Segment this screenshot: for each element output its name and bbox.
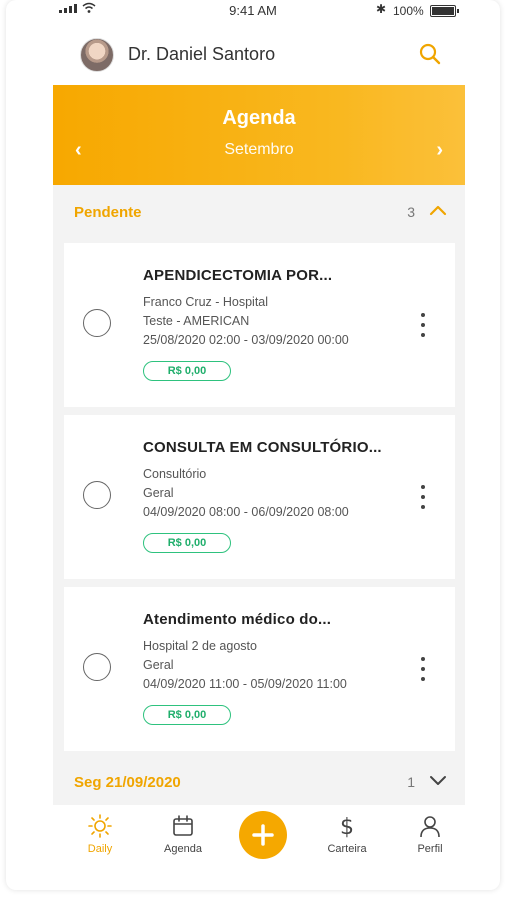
appointment-location: Hospital 2 de agosto (143, 639, 257, 653)
price-badge: R$ 0,00 (143, 533, 231, 553)
agenda-month: Setembro (224, 141, 294, 158)
appointment-card[interactable]: Atendimento médico do... Hospital 2 de a… (64, 587, 455, 751)
appointment-category: Teste - AMERICAN (143, 314, 250, 328)
appointment-category: Geral (143, 658, 174, 672)
plus-icon (252, 824, 274, 846)
add-appointment-button[interactable] (239, 811, 287, 859)
price-badge: R$ 0,00 (143, 705, 231, 725)
appointment-location: Consultório (143, 467, 207, 481)
section-title: Pendente (74, 204, 142, 221)
nav-perfil[interactable]: Perfil (395, 813, 465, 855)
doctor-name: Dr. Daniel Santoro (128, 44, 276, 64)
search-icon[interactable] (418, 42, 442, 66)
battery-icon (430, 5, 459, 17)
appointment-card[interactable]: APENDICECTOMIA POR... Franco Cruz - Hosp… (64, 243, 455, 407)
select-radio[interactable] (83, 481, 111, 509)
person-icon (420, 816, 440, 838)
more-options-icon[interactable] (419, 313, 427, 337)
appointment-datetime: 04/09/2020 11:00 - 05/09/2020 11:00 (143, 677, 347, 691)
appointment-datetime: 04/09/2020 08:00 - 06/09/2020 08:00 (143, 505, 349, 519)
price-badge: R$ 0,00 (143, 361, 231, 381)
nav-agenda[interactable]: Agenda (148, 813, 218, 855)
agenda-banner: Agenda ‹ Setembro › (53, 85, 465, 185)
section-title: Seg 21/09/2020 (74, 774, 181, 791)
status-bar: 9:41 AM ✱ 100% (6, 0, 500, 22)
appointment-title: APENDICECTOMIA POR... (143, 267, 333, 284)
next-month-button[interactable]: › (436, 139, 443, 162)
nav-agenda-label: Agenda (164, 843, 202, 855)
appointment-title: Atendimento médico do... (143, 611, 332, 628)
nav-daily-label: Daily (87, 843, 113, 855)
nav-perfil-label: Perfil (417, 843, 443, 855)
section-count: 1 (407, 774, 415, 790)
calendar-icon (173, 815, 193, 836)
chevron-up-icon[interactable] (429, 203, 447, 217)
select-radio[interactable] (83, 309, 111, 337)
app-header: Dr. Daniel Santoro (6, 30, 500, 80)
more-options-icon[interactable] (419, 657, 427, 681)
section-header-pendente[interactable]: Pendente 3 (53, 185, 465, 235)
svg-text:$: $ (340, 815, 354, 839)
appointment-card[interactable]: CONSULTA EM CONSULTÓRIO... Consultório G… (64, 415, 455, 579)
nav-daily[interactable]: Daily (65, 813, 135, 855)
dollar-icon: $ (340, 815, 354, 839)
agenda-title: Agenda (222, 107, 296, 129)
status-time: 9:41 AM (229, 3, 277, 18)
section-count: 3 (407, 204, 415, 220)
bottom-nav: Daily Agenda $ Carteira Perfil (53, 805, 465, 871)
appointment-datetime: 25/08/2020 02:00 - 03/09/2020 00:00 (143, 333, 349, 347)
section-header-date[interactable]: Seg 21/09/2020 1 (53, 755, 465, 805)
battery-percent: 100% (393, 4, 424, 18)
select-radio[interactable] (83, 653, 111, 681)
appointment-title: CONSULTA EM CONSULTÓRIO... (143, 439, 382, 456)
appointment-list: Pendente 3 APENDICECTOMIA POR... Franco … (53, 185, 465, 805)
appointment-category: Geral (143, 486, 174, 500)
sun-icon (88, 814, 112, 838)
nav-carteira-label: Carteira (327, 843, 367, 855)
appointment-location: Franco Cruz - Hospital (143, 295, 269, 309)
chevron-down-icon[interactable] (429, 773, 447, 787)
more-options-icon[interactable] (419, 485, 427, 509)
avatar[interactable] (80, 38, 114, 72)
phone-frame: 9:41 AM ✱ 100% Dr. Daniel Santoro Agenda… (6, 0, 500, 890)
bluetooth-icon: ✱ (376, 2, 387, 16)
nav-carteira[interactable]: $ Carteira (312, 813, 382, 855)
